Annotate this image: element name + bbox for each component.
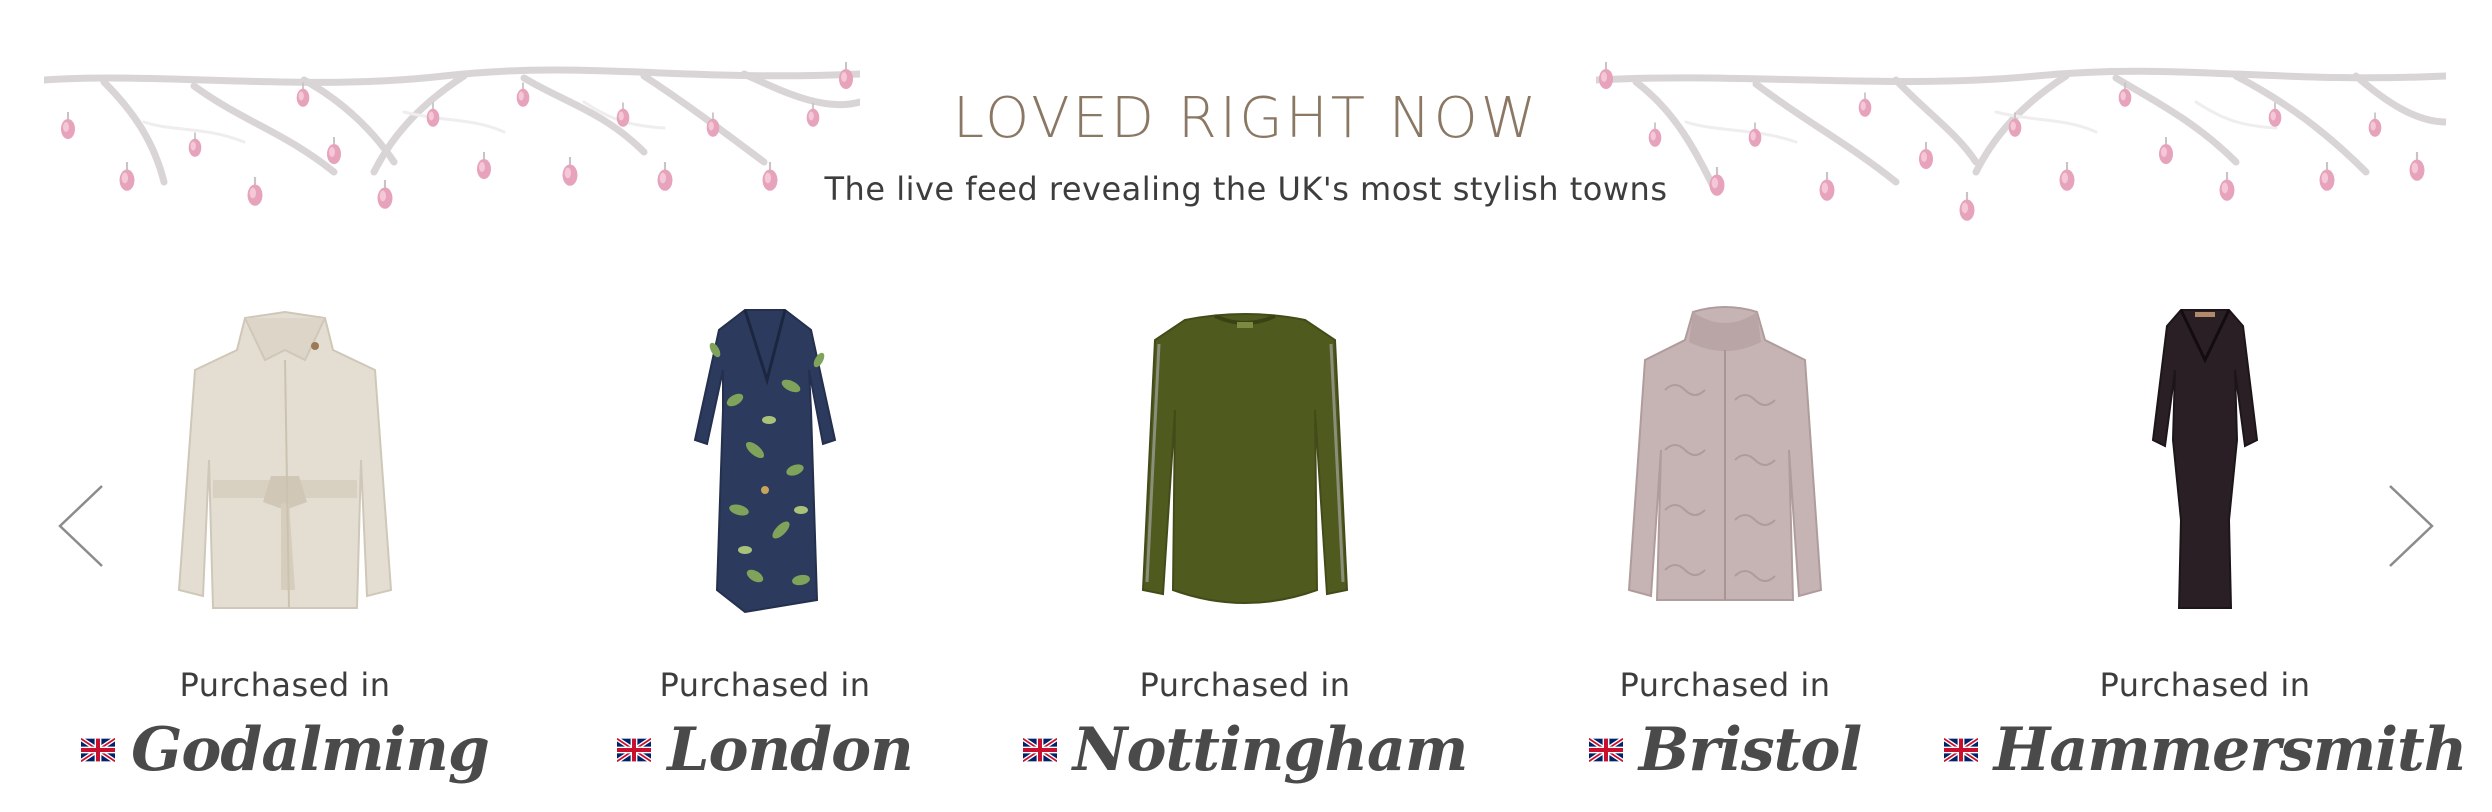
purchased-in-label: Purchased in [659, 666, 871, 704]
town-name: London [667, 715, 913, 785]
purchased-in-label: Purchased in [2099, 666, 2311, 704]
purchased-in-label: Purchased in [1139, 666, 1351, 704]
purchase-location: London [555, 710, 975, 790]
product-card[interactable]: Purchased in Hammersmith [1995, 290, 2467, 800]
purchase-location: Hammersmith [1995, 710, 2467, 790]
product-card[interactable]: Purchased in Bristol [1515, 290, 1935, 800]
purchased-in-label: Purchased in [179, 666, 391, 704]
uk-flag-icon [81, 738, 115, 762]
loved-right-now-banner: LOVED RIGHT NOW The live feed revealing … [0, 0, 2492, 240]
product-image-olive-green-jumper[interactable] [1035, 290, 1455, 630]
uk-flag-icon [1589, 738, 1623, 762]
purchase-location: Bristol [1515, 710, 1935, 790]
uk-flag-icon [1944, 738, 1978, 762]
product-image-cream-wrap-coat[interactable] [75, 290, 495, 630]
uk-flag-icon [617, 738, 651, 762]
page-title: LOVED RIGHT NOW [952, 86, 1540, 151]
product-image-black-bodycon-dress[interactable] [1995, 290, 2415, 630]
product-card[interactable]: Purchased in London [555, 290, 975, 800]
town-name: Hammersmith [1993, 715, 2468, 785]
page-subtitle: The live feed revealing the UK's most st… [824, 170, 1668, 208]
town-name: Nottingham [1072, 715, 1469, 785]
purchase-location: Godalming [75, 710, 495, 790]
product-card[interactable]: Purchased in Godalming [75, 290, 495, 800]
uk-flag-icon [1023, 738, 1057, 762]
town-name: Godalming [131, 715, 490, 785]
product-image-navy-floral-wrap-dress[interactable] [555, 290, 975, 630]
product-card[interactable]: Purchased in Nottingham [1035, 290, 1468, 800]
town-name: Bristol [1638, 715, 1862, 785]
purchase-location: Nottingham [1035, 710, 1468, 790]
purchased-in-label: Purchased in [1619, 666, 1831, 704]
product-image-pink-faux-fur-jacket[interactable] [1515, 290, 1935, 630]
